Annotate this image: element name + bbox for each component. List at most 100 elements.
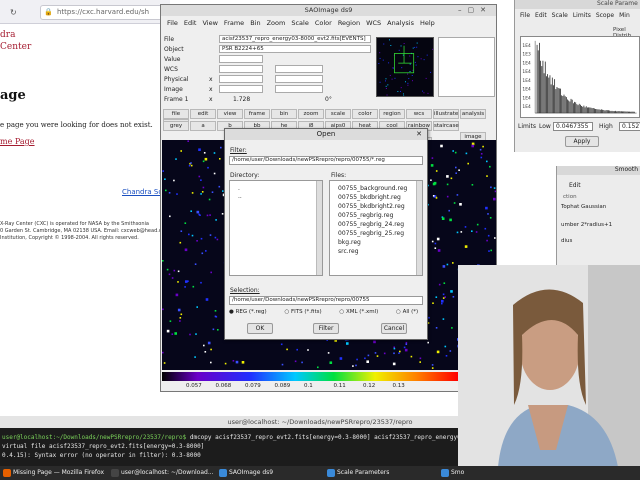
ds9-menubar: File Edit View Frame Bin Zoom Scale Color Region…: [161, 19, 496, 30]
list-item[interactable]: 00755_regbrig_24.reg: [338, 221, 404, 228]
filter-input[interactable]: /home/user/Downloads/newPSRrepro/repro/0…: [229, 156, 423, 165]
scale-menu-file[interactable]: File: [520, 12, 530, 19]
toolbar-button[interactable]: color: [352, 109, 378, 119]
cancel-button[interactable]: Cancel: [381, 323, 407, 334]
photon-event: [435, 197, 438, 199]
taskbar-item[interactable]: user@localhost: ~/Download...: [110, 467, 214, 479]
panner-view[interactable]: [376, 37, 434, 97]
radio-reg[interactable]: ● REG (*.reg): [229, 309, 275, 315]
close-icon[interactable]: ✕: [416, 130, 422, 138]
menu-wcs[interactable]: WCS: [366, 19, 381, 27]
toolbar-button[interactable]: grey: [163, 121, 189, 131]
menu-edit[interactable]: Edit: [184, 19, 197, 27]
toolbar-button[interactable]: a: [190, 121, 216, 131]
low-limit-input[interactable]: 0.0467355: [553, 122, 593, 131]
menu-scale[interactable]: Scale: [291, 19, 309, 27]
menu-region[interactable]: Region: [338, 19, 360, 27]
photon-event: [435, 327, 438, 329]
radio-xml[interactable]: ○ XML (*.xml): [339, 309, 386, 315]
taskbar-item[interactable]: Missing Page — Mozilla Firefox: [2, 467, 106, 479]
files-list[interactable]: 00755_background.reg 00755_bkdbright.reg…: [329, 180, 423, 276]
scale-menu-edit[interactable]: Edit: [535, 12, 547, 19]
smooth-function-options[interactable]: Tophat Gaussian: [561, 204, 606, 210]
panner-event: [394, 77, 396, 79]
colorbar[interactable]: [162, 372, 458, 381]
list-item[interactable]: .: [238, 185, 240, 192]
image-x-label: x: [209, 86, 213, 93]
photon-event: [202, 160, 205, 163]
window-controls-icon[interactable]: –▢✕: [458, 6, 492, 14]
scale-menu-scope[interactable]: Scope: [596, 12, 614, 19]
toolbar-button[interactable]: file: [163, 109, 189, 119]
photon-event: [489, 165, 491, 168]
panner-event: [409, 63, 411, 65]
photon-event: [166, 329, 170, 333]
ok-button[interactable]: OK: [247, 323, 273, 334]
menu-analysis[interactable]: Analysis: [387, 19, 414, 27]
home-page-link[interactable]: me Page: [0, 137, 35, 146]
list-item[interactable]: src.reg: [338, 248, 359, 255]
photon-event: [195, 333, 197, 335]
scale-menu-limits[interactable]: Limits: [573, 12, 591, 19]
list-item[interactable]: 00755_regbrig_25.reg: [338, 230, 404, 237]
photon-event: [442, 293, 445, 296]
toolbar-button[interactable]: scale: [325, 109, 351, 119]
photon-event: [175, 293, 179, 297]
taskbar-item[interactable]: SAOImage ds9: [218, 467, 322, 479]
photon-event: [210, 271, 212, 274]
reload-icon[interactable]: ↻: [10, 8, 17, 17]
toolbar-button[interactable]: edit: [190, 109, 216, 119]
photon-event: [438, 283, 441, 286]
radio-fits[interactable]: ○ FITS (*.fits): [284, 309, 329, 315]
toolbar-button[interactable]: staircase: [433, 121, 459, 131]
list-item[interactable]: 00755_bkdbright.reg: [338, 194, 401, 201]
taskbar-item[interactable]: Smo: [440, 467, 464, 479]
photon-event: [480, 156, 483, 159]
filter-button[interactable]: Filter: [313, 323, 339, 334]
photon-event: [366, 360, 369, 363]
scale-menu-min[interactable]: Min: [619, 12, 630, 19]
photon-event: [169, 320, 172, 322]
toolbar-button[interactable]: analysis: [460, 109, 486, 119]
list-item[interactable]: ..: [238, 193, 242, 200]
smooth-menu-edit[interactable]: Edit: [569, 182, 581, 189]
scale-menu-scale[interactable]: Scale: [552, 12, 568, 19]
menu-zoom[interactable]: Zoom: [267, 19, 286, 27]
menu-bin[interactable]: Bin: [250, 19, 260, 27]
menu-frame[interactable]: Frame: [224, 19, 244, 27]
taskbar-item[interactable]: Scale Parameters: [326, 467, 436, 479]
directory-scrollbar[interactable]: [316, 181, 322, 275]
apply-button[interactable]: Apply: [565, 136, 599, 147]
toolbar-button[interactable]: wcs: [406, 109, 432, 119]
pixel-histogram[interactable]: 1E4 1E3 1E4 1E4 1E4 1E4 1E4 1E4: [520, 36, 640, 118]
toolbar-button[interactable]: bin: [271, 109, 297, 119]
radio-all[interactable]: ○ All (*): [396, 309, 426, 315]
toolbar-button[interactable]: zoom: [298, 109, 324, 119]
list-item[interactable]: 00755_bkdbright2.reg: [338, 203, 405, 210]
menu-color[interactable]: Color: [315, 19, 332, 27]
list-item[interactable]: 00755_regbrig.reg: [338, 212, 393, 219]
panner-event: [416, 46, 418, 48]
chandra-link[interactable]: Chandra Sc: [122, 188, 162, 196]
photon-event: [162, 260, 164, 262]
photon-event: [188, 233, 190, 236]
colorbar-tick: 0.11: [333, 383, 346, 389]
photon-event: [177, 270, 180, 273]
menu-file[interactable]: File: [167, 19, 178, 27]
list-item[interactable]: 00755_background.reg: [338, 185, 407, 192]
high-limit-input[interactable]: 0.1527: [619, 122, 640, 131]
toolbar-button[interactable]: illustrate: [433, 109, 459, 119]
directory-list[interactable]: . ..: [229, 180, 323, 276]
list-item[interactable]: bkg.reg: [338, 239, 361, 246]
toolbar-button[interactable]: view: [217, 109, 243, 119]
toolbar-button[interactable]: region: [379, 109, 405, 119]
files-scrollbar[interactable]: [416, 181, 422, 275]
photon-event: [464, 245, 468, 248]
url-bar[interactable]: https://cxc.harvard.edu/sh: [40, 5, 166, 20]
menu-view[interactable]: View: [202, 19, 217, 27]
physical-x-label: x: [209, 76, 213, 83]
selection-input[interactable]: /home/user/Downloads/newPSRrepro/repro/0…: [229, 296, 423, 305]
menu-help[interactable]: Help: [420, 19, 435, 27]
toolbar-button[interactable]: frame: [244, 109, 270, 119]
photon-event: [376, 355, 379, 357]
